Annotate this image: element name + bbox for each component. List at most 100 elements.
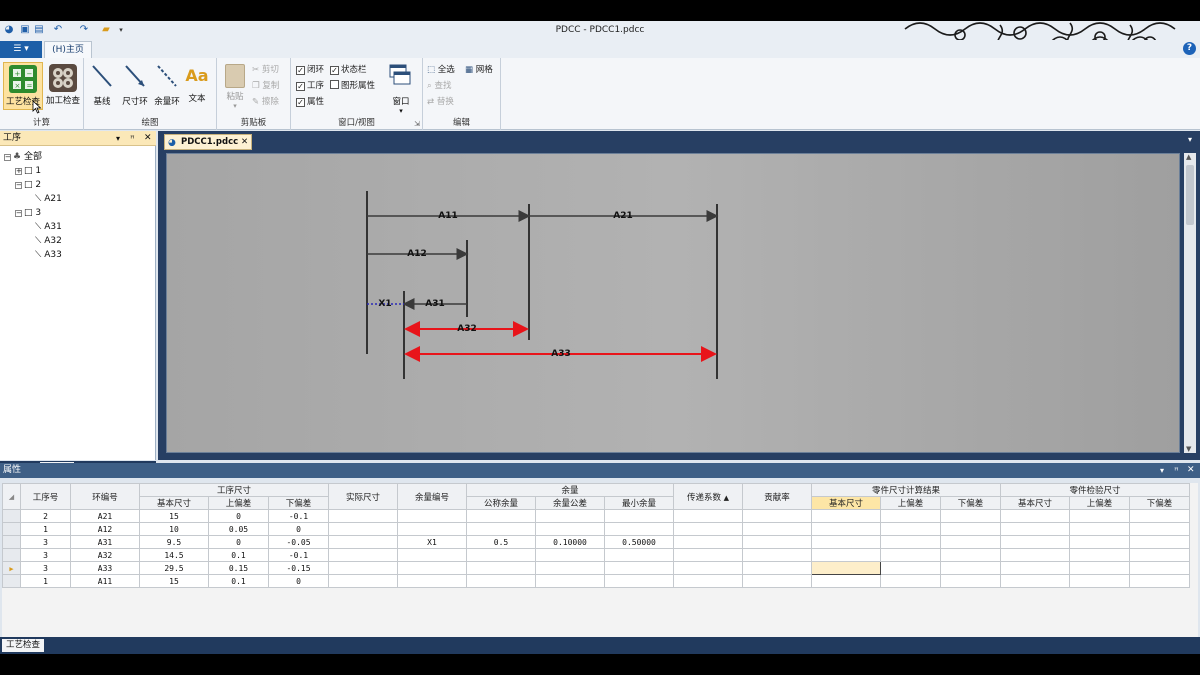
table-cell[interactable]	[397, 574, 467, 588]
paste-dropdown-icon[interactable]: ▾	[219, 102, 251, 110]
table-cell[interactable]	[1069, 561, 1130, 575]
baseline-button[interactable]: 基线	[86, 62, 118, 108]
cut-button[interactable]: ✂ 剪切	[252, 63, 279, 77]
table-cell[interactable]	[328, 535, 398, 549]
canvas-vertical-scrollbar[interactable]: ▲ ▼	[1184, 153, 1196, 453]
table-cell[interactable]	[604, 561, 674, 575]
help-icon[interactable]: ?	[1183, 42, 1196, 55]
table-cell[interactable]: 2	[20, 509, 71, 523]
table-cell[interactable]: X1	[397, 535, 467, 549]
table-cell[interactable]	[328, 548, 398, 562]
table-cell[interactable]	[535, 522, 605, 536]
table-cell[interactable]	[466, 509, 536, 523]
allowance-chain-button[interactable]: 余量环	[152, 62, 182, 108]
col-proc-no[interactable]: 工序号	[20, 483, 71, 510]
table-cell[interactable]: 3	[20, 561, 71, 575]
table-cell[interactable]: 9.5	[139, 535, 209, 549]
copy-button[interactable]: ❐ 复制	[252, 79, 279, 93]
table-cell[interactable]: 15	[139, 509, 209, 523]
close-icon[interactable]: ✕	[1187, 463, 1195, 478]
col-basic[interactable]: 基本尺寸	[139, 496, 209, 510]
table-cell[interactable]	[1069, 535, 1130, 549]
table-row[interactable]: 3 A32 14.5 0.1 -0.1	[2, 548, 1190, 562]
table-cell[interactable]	[1129, 509, 1190, 523]
machining-check-button[interactable]: 加工检查	[44, 62, 82, 108]
table-cell[interactable]: 14.5	[139, 548, 209, 562]
table-cell[interactable]	[940, 509, 1001, 523]
tree-node-proc-3[interactable]: − □ 3	[15, 207, 41, 220]
col-ins-lower[interactable]: 下偏差	[1129, 496, 1190, 510]
window-button[interactable]: 窗口 ▾	[387, 62, 415, 115]
close-icon[interactable]: ✕	[144, 131, 152, 146]
table-cell[interactable]	[673, 522, 743, 536]
doc-dropdown-icon[interactable]: ▾	[1188, 135, 1192, 144]
table-cell[interactable]	[535, 509, 605, 523]
table-cell[interactable]	[397, 561, 467, 575]
panel-dropdown-icon[interactable]: ▾	[1160, 463, 1164, 478]
table-cell[interactable]	[673, 548, 743, 562]
table-cell[interactable]	[673, 561, 743, 575]
table-cell[interactable]	[604, 548, 674, 562]
table-cell[interactable]	[1129, 548, 1190, 562]
table-cell[interactable]: 1	[20, 574, 71, 588]
row-header[interactable]	[2, 548, 21, 562]
dialog-launcher-icon[interactable]: ⇲	[414, 120, 420, 128]
paste-button[interactable]: 粘贴 ▾	[219, 62, 251, 110]
table-cell[interactable]	[1129, 522, 1190, 536]
close-tab-icon[interactable]: ✕	[241, 135, 248, 149]
window-dropdown-icon[interactable]: ▾	[387, 107, 415, 115]
table-cell[interactable]	[535, 548, 605, 562]
table-cell[interactable]: 0.05	[208, 522, 269, 536]
table-cell[interactable]	[1000, 509, 1070, 523]
expand-icon[interactable]: +	[15, 168, 22, 175]
status-tab-process-check[interactable]: 工艺检查	[2, 639, 45, 652]
col-actual[interactable]: 实际尺寸	[328, 483, 398, 510]
table-cell[interactable]	[811, 522, 881, 536]
table-cell[interactable]	[742, 561, 812, 575]
table-cell[interactable]	[1000, 561, 1070, 575]
panel-dropdown-icon[interactable]: ▾	[116, 131, 120, 146]
table-cell[interactable]	[742, 548, 812, 562]
col-part-basic[interactable]: 基本尺寸	[811, 496, 881, 510]
tree-node-all[interactable]: − ♣ 全部	[4, 151, 42, 164]
tree-node-proc-1[interactable]: + □ 1	[15, 165, 41, 178]
table-cell[interactable]	[742, 509, 812, 523]
tree-node-a21[interactable]: ⟍ A21	[35, 193, 62, 206]
table-cell[interactable]: 15	[139, 574, 209, 588]
table-cell[interactable]	[328, 509, 398, 523]
col-ins-basic[interactable]: 基本尺寸	[1000, 496, 1070, 510]
table-cell[interactable]	[328, 522, 398, 536]
select-all-button[interactable]: ⬚ 全选	[427, 63, 455, 77]
table-cell[interactable]: 3	[20, 548, 71, 562]
table-cell[interactable]: 0.1	[208, 548, 269, 562]
table-cell[interactable]	[880, 509, 941, 523]
table-cell[interactable]	[742, 522, 812, 536]
table-cell[interactable]: 29.5	[139, 561, 209, 575]
table-cell[interactable]	[940, 548, 1001, 562]
table-cell[interactable]: A11	[70, 574, 140, 588]
col-part-lower[interactable]: 下偏差	[940, 496, 1001, 510]
table-cell[interactable]: -0.15	[268, 561, 329, 575]
table-cell[interactable]	[1000, 535, 1070, 549]
process-checkbox[interactable]: ✓ 工序	[296, 79, 324, 93]
shape-props-checkbox[interactable]: 图形属性	[330, 79, 375, 93]
table-cell[interactable]	[466, 548, 536, 562]
tree-node-a32[interactable]: ⟍ A32	[35, 235, 62, 248]
table-cell[interactable]	[1000, 548, 1070, 562]
table-cell[interactable]: A32	[70, 548, 140, 562]
table-cell[interactable]: 3	[20, 535, 71, 549]
table-cell[interactable]	[1069, 522, 1130, 536]
tab-home[interactable]: (H)主页	[44, 41, 92, 58]
properties-checkbox[interactable]: ✓ 属性	[296, 95, 324, 109]
table-cell[interactable]: A21	[70, 509, 140, 523]
table-cell[interactable]	[880, 574, 941, 588]
text-button[interactable]: Aa 文本	[182, 62, 212, 108]
table-cell[interactable]	[1000, 522, 1070, 536]
table-cell[interactable]	[811, 535, 881, 549]
status-bar-checkbox[interactable]: ✓ 状态栏	[330, 63, 367, 77]
table-cell[interactable]	[742, 574, 812, 588]
col-min-allow[interactable]: 最小余量	[604, 496, 674, 510]
table-cell[interactable]	[940, 522, 1001, 536]
grid-button[interactable]: ▦ 网格	[465, 63, 493, 77]
collapse-icon[interactable]: −	[15, 210, 22, 217]
